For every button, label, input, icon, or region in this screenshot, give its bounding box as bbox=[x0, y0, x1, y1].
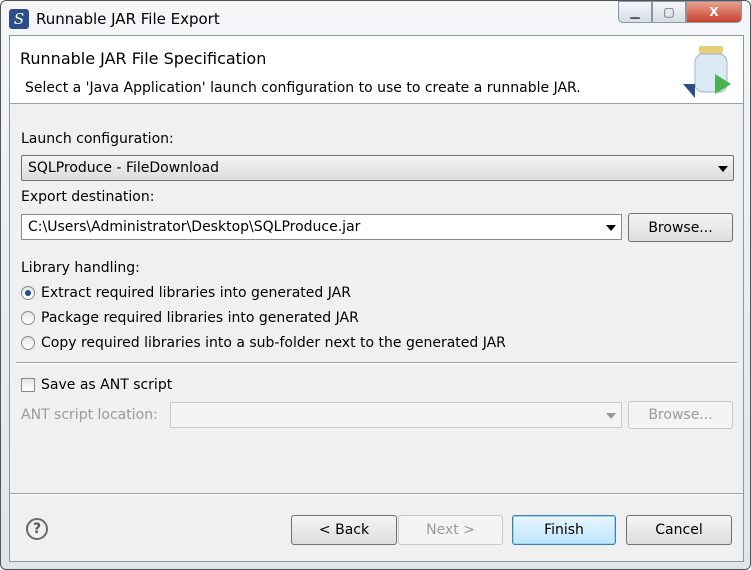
radio-label: Extract required libraries into generate… bbox=[41, 285, 351, 301]
library-handling-label: Library handling: bbox=[21, 260, 140, 276]
next-button[interactable]: Next > bbox=[398, 515, 503, 545]
jar-export-icon bbox=[683, 46, 731, 98]
launch-config-select[interactable]: SQLProduce - FileDownload bbox=[21, 155, 734, 181]
export-destination-label: Export destination: bbox=[21, 189, 155, 205]
page-description: Select a 'Java Application' launch confi… bbox=[25, 80, 581, 96]
chevron-down-icon bbox=[718, 166, 728, 172]
close-icon: X bbox=[709, 5, 719, 19]
divider bbox=[16, 362, 737, 364]
chevron-down-icon bbox=[606, 225, 616, 231]
cancel-button[interactable]: Cancel bbox=[626, 515, 732, 545]
radio-extract-libraries[interactable]: Extract required libraries into generate… bbox=[21, 285, 351, 301]
radio-label: Package required libraries into generate… bbox=[41, 310, 359, 326]
launch-config-label: Launch configuration: bbox=[21, 131, 174, 147]
export-destination-value: C:\Users\Administrator\Desktop\SQLProduc… bbox=[28, 219, 361, 235]
radio-button[interactable] bbox=[21, 336, 35, 350]
back-button[interactable]: < Back bbox=[291, 515, 397, 545]
chevron-down-icon bbox=[606, 413, 616, 419]
radio-button[interactable] bbox=[21, 286, 35, 300]
checkbox[interactable] bbox=[21, 378, 35, 392]
browse-ant-button[interactable]: Browse... bbox=[628, 401, 733, 429]
window-title: Runnable JAR File Export bbox=[36, 10, 220, 28]
help-icon[interactable]: ? bbox=[26, 518, 48, 540]
footer-divider bbox=[10, 493, 743, 495]
checkbox-label: Save as ANT script bbox=[41, 377, 173, 393]
maximize-button[interactable]: ▢ bbox=[652, 1, 686, 23]
eclipse-app-icon: S bbox=[9, 9, 29, 29]
page-title: Runnable JAR File Specification bbox=[20, 49, 267, 68]
dialog-window: S Runnable JAR File Export ▁ ▢ X Runnabl… bbox=[0, 0, 751, 570]
radio-label: Copy required libraries into a sub-folde… bbox=[41, 335, 506, 351]
maximize-icon: ▢ bbox=[663, 5, 675, 19]
radio-button[interactable] bbox=[21, 311, 35, 325]
close-button[interactable]: X bbox=[686, 1, 742, 23]
minimize-icon: ▁ bbox=[630, 5, 640, 19]
browse-destination-button[interactable]: Browse... bbox=[628, 213, 733, 242]
minimize-button[interactable]: ▁ bbox=[618, 1, 652, 23]
ant-location-input[interactable] bbox=[170, 402, 622, 428]
finish-button[interactable]: Finish bbox=[512, 515, 616, 545]
radio-package-libraries[interactable]: Package required libraries into generate… bbox=[21, 310, 359, 326]
radio-copy-libraries[interactable]: Copy required libraries into a sub-folde… bbox=[21, 335, 506, 351]
save-ant-script-checkbox[interactable]: Save as ANT script bbox=[21, 377, 172, 393]
launch-config-value: SQLProduce - FileDownload bbox=[28, 160, 219, 176]
dialog-content: Runnable JAR File Specification Select a… bbox=[9, 35, 744, 562]
export-destination-input[interactable]: C:\Users\Administrator\Desktop\SQLProduc… bbox=[21, 214, 622, 240]
ant-location-label: ANT script location: bbox=[21, 407, 158, 423]
title-bar: S Runnable JAR File Export ▁ ▢ X bbox=[1, 1, 750, 35]
wizard-header: Runnable JAR File Specification Select a… bbox=[10, 36, 743, 104]
